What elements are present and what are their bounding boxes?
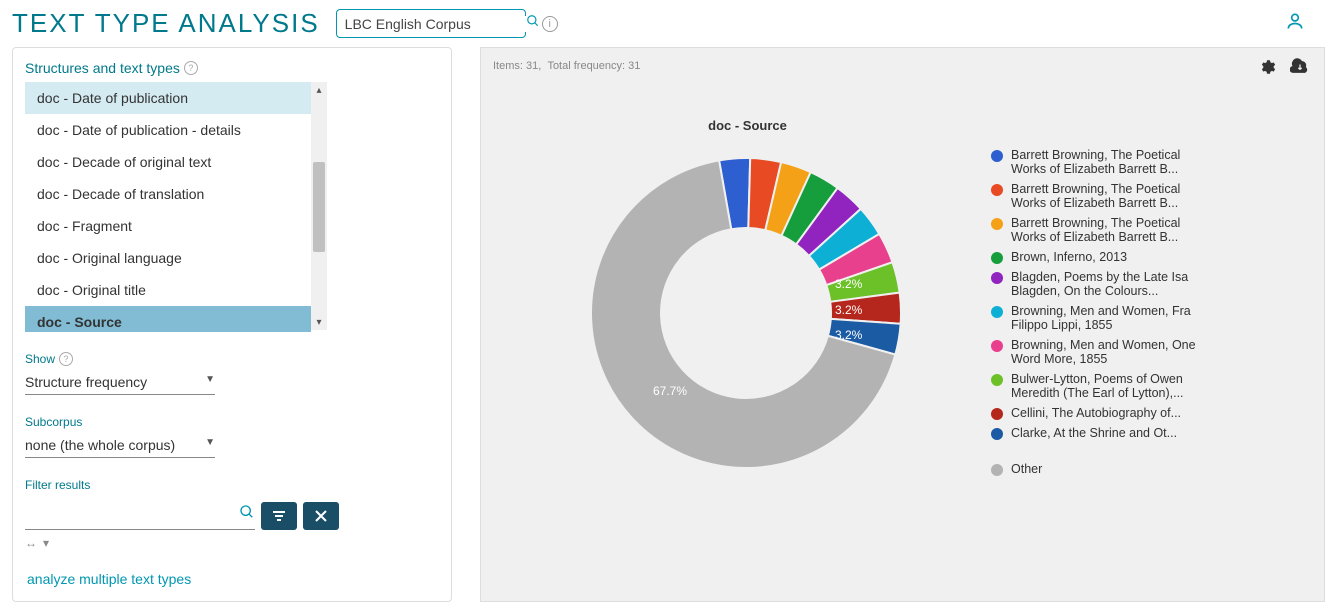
legend-label: Browning, Men and Women, One Word More, … — [1011, 338, 1201, 366]
legend-label: Browning, Men and Women, Fra Filippo Lip… — [1011, 304, 1201, 332]
legend-item[interactable]: Barrett Browning, The Poetical Works of … — [991, 182, 1201, 210]
legend-dot-icon — [991, 150, 1003, 162]
pie-label: 3.2% — [835, 303, 862, 317]
chart-legend: Barrett Browning, The Poetical Works of … — [991, 148, 1201, 482]
scroll-down-icon[interactable]: ▾ — [311, 314, 327, 330]
controls-panel: Structures and text types ? doc - Date o… — [12, 47, 452, 602]
stats-line: Items: 31, Total frequency: 31 — [493, 60, 1312, 72]
pie-label: 3.2% — [835, 328, 862, 342]
show-select[interactable]: Structure frequency ▼ — [25, 370, 215, 395]
legend-dot-icon — [991, 272, 1003, 284]
list-item[interactable]: doc - Original title — [25, 274, 311, 306]
help-icon[interactable]: ? — [184, 61, 198, 75]
chart-title: doc - Source — [481, 118, 1014, 133]
show-label: Show ? — [25, 352, 73, 366]
scrollbar-thumb[interactable] — [313, 162, 325, 252]
page-title: TEXT TYPE ANALYSIS — [12, 8, 320, 39]
subcorpus-label: Subcorpus — [25, 415, 82, 429]
chevron-down-icon: ▼ — [205, 437, 215, 453]
list-scrollbar[interactable]: ▴ ▾ — [311, 82, 327, 330]
legend-dot-icon — [991, 464, 1003, 476]
legend-item[interactable]: Blagden, Poems by the Late Isa Blagden, … — [991, 270, 1201, 298]
corpus-search-field[interactable] — [345, 16, 526, 32]
chart-panel: Items: 31, Total frequency: 31 doc - Sou… — [480, 47, 1325, 602]
legend-label: Brown, Inferno, 2013 — [1011, 250, 1127, 264]
chevron-down-icon: ▼ — [205, 374, 215, 390]
legend-dot-icon — [991, 218, 1003, 230]
clear-button[interactable] — [303, 502, 339, 530]
legend-item[interactable]: Bulwer-Lytton, Poems of Owen Meredith (T… — [991, 372, 1201, 400]
search-icon[interactable] — [239, 504, 255, 525]
pie-chart — [571, 138, 921, 488]
list-item[interactable]: doc - Date of publication — [25, 82, 311, 114]
legend-label: Barrett Browning, The Poetical Works of … — [1011, 216, 1201, 244]
legend-item[interactable]: Other — [991, 462, 1201, 476]
legend-label: Clarke, At the Shrine and Ot... — [1011, 426, 1177, 440]
legend-item[interactable]: Browning, Men and Women, Fra Filippo Lip… — [991, 304, 1201, 332]
chevron-down-icon[interactable]: ▾ — [43, 536, 49, 550]
scroll-up-icon[interactable]: ▴ — [311, 82, 327, 98]
filter-field[interactable] — [25, 507, 239, 523]
list-item[interactable]: doc - Decade of original text — [25, 146, 311, 178]
legend-label: Bulwer-Lytton, Poems of Owen Meredith (T… — [1011, 372, 1201, 400]
legend-label: Barrett Browning, The Poetical Works of … — [1011, 148, 1201, 176]
legend-dot-icon — [991, 374, 1003, 386]
structures-label: Structures and text types ? — [25, 60, 198, 76]
legend-item[interactable]: Brown, Inferno, 2013 — [991, 250, 1201, 264]
legend-dot-icon — [991, 340, 1003, 352]
user-icon[interactable] — [1285, 11, 1325, 36]
legend-dot-icon — [991, 306, 1003, 318]
legend-label: Barrett Browning, The Poetical Works of … — [1011, 182, 1201, 210]
search-icon[interactable] — [526, 14, 540, 33]
legend-item[interactable]: Browning, Men and Women, One Word More, … — [991, 338, 1201, 366]
legend-item[interactable]: Barrett Browning, The Poetical Works of … — [991, 216, 1201, 244]
pie-label: 67.7% — [653, 384, 687, 398]
legend-label: Blagden, Poems by the Late Isa Blagden, … — [1011, 270, 1201, 298]
legend-item[interactable]: Barrett Browning, The Poetical Works of … — [991, 148, 1201, 176]
text-type-list: doc - Date of publicationdoc - Date of p… — [25, 82, 439, 332]
filter-input[interactable] — [25, 500, 255, 530]
arrow-left-right-icon[interactable]: ↔ — [25, 536, 37, 550]
list-item[interactable]: doc - Date of publication - details — [25, 114, 311, 146]
filter-label: Filter results — [25, 478, 90, 492]
legend-dot-icon — [991, 184, 1003, 196]
filter-button[interactable] — [261, 502, 297, 530]
list-item[interactable]: doc - Source — [25, 306, 311, 332]
settings-icon[interactable] — [1258, 58, 1276, 81]
legend-label: Cellini, The Autobiography of... — [1011, 406, 1181, 420]
corpus-search-input[interactable] — [336, 9, 526, 38]
legend-label: Other — [1011, 462, 1042, 476]
info-icon[interactable]: i — [542, 16, 558, 32]
legend-dot-icon — [991, 408, 1003, 420]
analyze-multiple-link[interactable]: analyze multiple text types — [27, 571, 191, 587]
help-icon[interactable]: ? — [59, 352, 73, 366]
legend-dot-icon — [991, 252, 1003, 264]
list-item[interactable]: doc - Fragment — [25, 210, 311, 242]
pie-label: 3.2% — [835, 277, 862, 291]
legend-dot-icon — [991, 428, 1003, 440]
subcorpus-select[interactable]: none (the whole corpus) ▼ — [25, 433, 215, 458]
legend-item[interactable]: Cellini, The Autobiography of... — [991, 406, 1201, 420]
download-icon[interactable] — [1290, 58, 1310, 81]
legend-item[interactable]: Clarke, At the Shrine and Ot... — [991, 426, 1201, 440]
list-item[interactable]: doc - Decade of translation — [25, 178, 311, 210]
list-item[interactable]: doc - Original language — [25, 242, 311, 274]
